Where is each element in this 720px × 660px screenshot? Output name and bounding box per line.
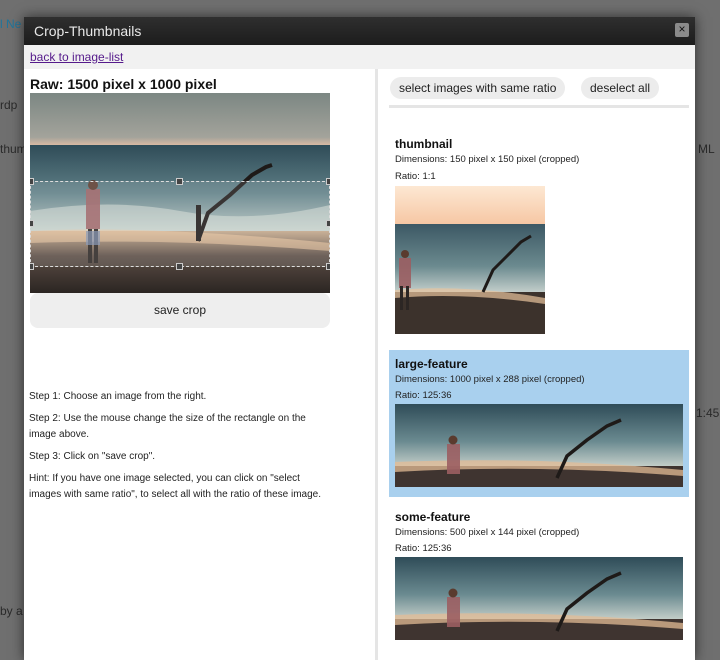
thumbnail-list-panel: select images with same ratio deselect a…: [384, 69, 695, 660]
close-icon[interactable]: ×: [675, 23, 689, 37]
image-size-dimensions: Dimensions: 1000 pixel x 288 pixel (crop…: [395, 374, 585, 385]
crop-handle-top-left[interactable]: [30, 178, 34, 185]
crop-thumbnails-dialog: Crop-Thumbnails × back to image-list Raw…: [24, 17, 695, 660]
thumbnail-preview: [395, 186, 545, 334]
background-fragment: 1:45: [696, 406, 720, 420]
large-feature-preview: [395, 404, 683, 487]
dialog-title: Crop-Thumbnails: [34, 23, 142, 39]
crop-handle-bottom-right[interactable]: [326, 263, 330, 270]
step-1-text: Step 1: Choose an image from the right.: [29, 391, 207, 402]
image-size-ratio: Ratio: 1:1: [395, 171, 436, 182]
step-3-text: Step 3: Click on "save crop".: [29, 451, 156, 462]
back-bar: back to image-list: [24, 45, 695, 69]
background-fragment: ML: [698, 142, 715, 156]
some-feature-preview: [395, 557, 683, 640]
toolbar-divider: [389, 105, 689, 108]
image-size-dimensions: Dimensions: 500 pixel x 144 pixel (cropp…: [395, 527, 580, 538]
image-size-item-selected[interactable]: large-feature Dimensions: 1000 pixel x 2…: [389, 350, 689, 497]
crop-handle-right[interactable]: [326, 220, 330, 227]
background-fragment: rdp: [0, 98, 18, 112]
crop-handle-left[interactable]: [30, 220, 34, 227]
crop-selection-rectangle[interactable]: [30, 181, 330, 267]
image-size-ratio: Ratio: 125:36: [395, 543, 452, 554]
image-size-name: thumbnail: [395, 137, 453, 151]
crop-handle-top-right[interactable]: [326, 178, 330, 185]
back-to-image-list-link[interactable]: back to image-list: [30, 50, 123, 64]
hint-text: Hint: If you have one image selected, yo…: [29, 473, 322, 500]
crop-handle-bottom[interactable]: [176, 263, 183, 270]
save-crop-button[interactable]: save crop: [30, 293, 330, 328]
image-size-name: some-feature: [395, 510, 471, 524]
background-fragment: thum: [0, 142, 27, 156]
raw-dimensions-label: Raw: 1500 pixel x 1000 pixel: [30, 76, 217, 92]
deselect-all-button[interactable]: deselect all: [581, 77, 660, 99]
select-same-ratio-button[interactable]: select images with same ratio: [390, 77, 566, 99]
crop-handle-top[interactable]: [176, 178, 183, 185]
dialog-titlebar: Crop-Thumbnails ×: [24, 17, 695, 45]
raw-image-crop-area[interactable]: [30, 93, 330, 293]
image-size-item[interactable]: thumbnail Dimensions: 150 pixel x 150 pi…: [389, 129, 689, 334]
background-fragment: l Ne: [0, 17, 22, 31]
crop-handle-bottom-left[interactable]: [30, 263, 34, 270]
image-size-name: large-feature: [395, 357, 468, 371]
crop-editor-panel: Raw: 1500 pixel x 1000 pixel save crop S…: [24, 69, 376, 660]
image-size-dimensions: Dimensions: 150 pixel x 150 pixel (cropp…: [395, 154, 580, 165]
panel-divider: [375, 69, 378, 660]
image-size-item[interactable]: some-feature Dimensions: 500 pixel x 144…: [389, 503, 689, 660]
background-fragment: by a: [0, 604, 23, 618]
step-2-text: Step 2: Use the mouse change the size of…: [29, 413, 306, 440]
image-size-ratio: Ratio: 125:36: [395, 390, 452, 401]
